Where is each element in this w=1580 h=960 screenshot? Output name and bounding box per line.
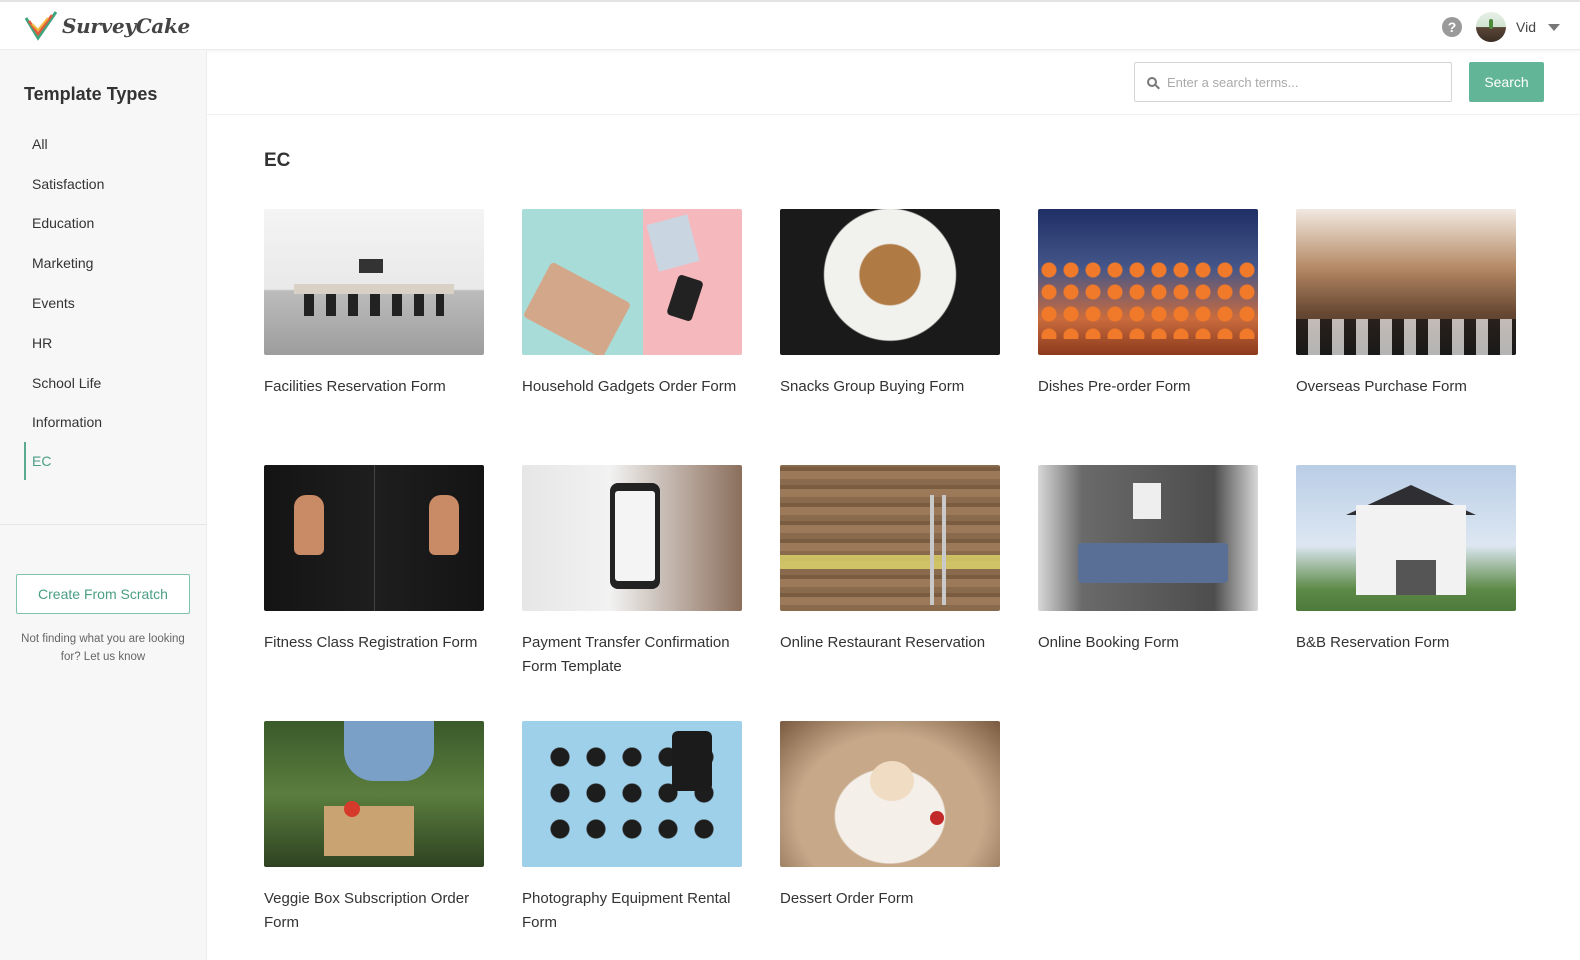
template-title[interactable]: Photography Equipment Rental Form	[522, 887, 742, 935]
template-title[interactable]: B&B Reservation Form	[1296, 631, 1516, 655]
sidebar-item-information[interactable]: Information	[24, 403, 194, 443]
template-title[interactable]: Dishes Pre-order Form	[1038, 375, 1258, 399]
template-thumbnail[interactable]	[522, 209, 742, 355]
search-box	[1134, 62, 1452, 102]
template-title[interactable]: Dessert Order Form	[780, 887, 1000, 911]
sidebar-item-satisfaction[interactable]: Satisfaction	[24, 164, 194, 204]
template-thumbnail[interactable]	[1038, 209, 1258, 355]
create-from-scratch-button[interactable]: Create From Scratch	[16, 574, 190, 614]
user-area: ? Vid	[1442, 12, 1560, 42]
template-card[interactable]: Photography Equipment Rental Form	[522, 721, 742, 935]
template-card[interactable]: Online Restaurant Reservation	[780, 465, 1000, 655]
top-navbar: SurveyCake ? Vid	[0, 0, 1580, 50]
template-card[interactable]: Dishes Pre-order Form	[1038, 209, 1258, 399]
search-input[interactable]	[1167, 74, 1437, 90]
template-title[interactable]: Facilities Reservation Form	[264, 375, 484, 399]
chevron-down-icon[interactable]	[1548, 23, 1560, 31]
template-thumbnail[interactable]	[1296, 209, 1516, 355]
template-title[interactable]: Snacks Group Buying Form	[780, 375, 1000, 399]
sidebar-title: Template Types	[24, 84, 158, 104]
template-card[interactable]: B&B Reservation Form	[1296, 465, 1516, 655]
template-thumbnail[interactable]	[1296, 465, 1516, 611]
avatar[interactable]	[1476, 12, 1507, 42]
search-icon	[1147, 77, 1157, 87]
sidebar-item-marketing[interactable]: Marketing	[24, 243, 194, 283]
sidebar-item-all[interactable]: All	[24, 124, 194, 164]
template-title[interactable]: Veggie Box Subscription Order Form	[264, 887, 484, 935]
section-title: EC	[264, 150, 291, 171]
surveycake-logo-icon	[24, 11, 58, 41]
template-thumbnail[interactable]	[264, 721, 484, 867]
template-thumbnail[interactable]	[264, 465, 484, 611]
sidebar-item-education[interactable]: Education	[24, 204, 194, 244]
brand-logo[interactable]: SurveyCake	[24, 10, 190, 42]
sidebar-item-events[interactable]: Events	[24, 283, 194, 323]
template-card[interactable]: Snacks Group Buying Form	[780, 209, 1000, 399]
brand-name: SurveyCake	[62, 14, 190, 38]
sidebar-item-school-life[interactable]: School Life	[24, 363, 194, 403]
template-card[interactable]: Household Gadgets Order Form	[522, 209, 742, 399]
template-thumbnail[interactable]	[264, 209, 484, 355]
sidebar-item-hr[interactable]: HR	[24, 323, 194, 363]
sidebar: Template Types All Satisfaction Educatio…	[0, 50, 207, 960]
template-card[interactable]: Fitness Class Registration Form	[264, 465, 484, 655]
template-thumbnail[interactable]	[1038, 465, 1258, 611]
sidebar-divider	[0, 524, 206, 525]
sidebar-item-ec[interactable]: EC	[24, 442, 194, 481]
feedback-link[interactable]: Not finding what you are looking for? Le…	[10, 630, 196, 666]
template-card[interactable]: Facilities Reservation Form	[264, 209, 484, 399]
search-bar: Search	[207, 50, 1580, 115]
template-thumbnail[interactable]	[780, 465, 1000, 611]
template-thumbnail[interactable]	[522, 721, 742, 867]
template-title[interactable]: Online Restaurant Reservation	[780, 631, 1000, 655]
template-thumbnail[interactable]	[780, 209, 1000, 355]
template-card[interactable]: Veggie Box Subscription Order Form	[264, 721, 484, 935]
template-title[interactable]: Payment Transfer Confirmation Form Templ…	[522, 631, 742, 679]
template-title[interactable]: Fitness Class Registration Form	[264, 631, 484, 655]
search-button[interactable]: Search	[1469, 62, 1544, 102]
template-title[interactable]: Household Gadgets Order Form	[522, 375, 742, 399]
template-thumbnail[interactable]	[780, 721, 1000, 867]
template-thumbnail[interactable]	[522, 465, 742, 611]
template-card[interactable]: Online Booking Form	[1038, 465, 1258, 655]
template-title[interactable]: Overseas Purchase Form	[1296, 375, 1516, 399]
template-card[interactable]: Dessert Order Form	[780, 721, 1000, 911]
template-title[interactable]: Online Booking Form	[1038, 631, 1258, 655]
template-card[interactable]: Payment Transfer Confirmation Form Templ…	[522, 465, 742, 679]
template-card[interactable]: Overseas Purchase Form	[1296, 209, 1516, 399]
user-name[interactable]: Vid	[1516, 19, 1536, 35]
template-type-list: All Satisfaction Education Marketing Eve…	[24, 124, 194, 481]
help-icon[interactable]: ?	[1442, 17, 1463, 37]
